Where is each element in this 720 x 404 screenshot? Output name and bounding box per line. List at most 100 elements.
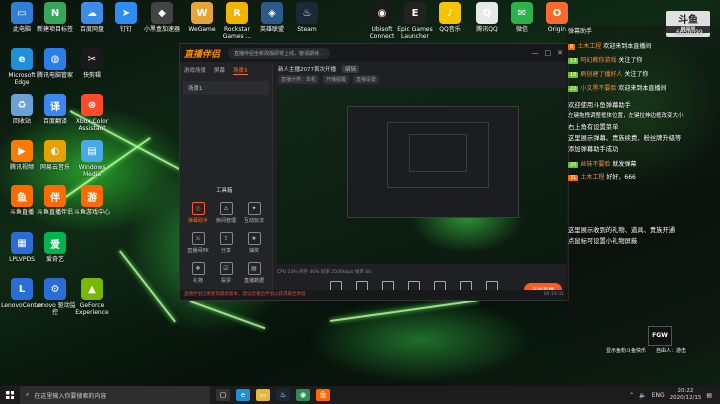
- language-indicator[interactable]: ENG: [652, 392, 665, 399]
- desktop-icon-label: 快剪辑: [82, 72, 101, 79]
- taskbar-clock[interactable]: 20:22 2020/12/15: [670, 388, 702, 402]
- tool-icon: ☑: [219, 262, 233, 275]
- tray-overflow-icon[interactable]: ⌃: [629, 392, 634, 399]
- tool-icon: ✦: [247, 202, 261, 215]
- username[interactable]: 土木工程: [580, 174, 604, 181]
- desktop-icon[interactable]: 爱爱奇艺: [33, 232, 77, 276]
- windows-logo-icon: [6, 391, 14, 399]
- desktop-icon-label: 斗鱼游戏中心: [73, 209, 110, 216]
- tool-label: 互动玩法: [243, 218, 264, 224]
- toolbox-item[interactable]: ⌂ 房间管理: [212, 202, 240, 224]
- scene-item[interactable]: 场景1: [183, 81, 269, 95]
- app-icon: L: [11, 278, 33, 300]
- app-icon: ▲: [81, 278, 103, 300]
- search-placeholder: 在这里输入你要搜索的内容: [34, 392, 107, 400]
- app-icon: 伴: [44, 185, 66, 207]
- toolbox-item[interactable]: ▤ 直播数据: [240, 262, 268, 284]
- toolbox-item[interactable]: ⚔ 直播间PK: [184, 232, 212, 254]
- toolbox-item[interactable]: ❖ 礼物: [184, 262, 212, 284]
- edit-room-button[interactable]: 编辑: [342, 65, 360, 73]
- room-category[interactable]: 直播分类：单机: [278, 75, 320, 84]
- danmaku-line: 18 刷创建了播好人 关注了你: [568, 69, 648, 78]
- username[interactable]: 丝袜不要脸: [580, 161, 610, 168]
- close-icon[interactable]: ✕: [557, 49, 563, 57]
- toolbox-item[interactable]: ★ 抽奖: [240, 232, 268, 254]
- avatar-caption-2: 自由人：游击: [656, 348, 687, 354]
- live-reminder-button[interactable]: 开播提醒: [323, 75, 350, 84]
- gift-info-line: 这里展示收到的礼物、道具、贵族开通: [568, 227, 676, 234]
- tool-label: 投票: [220, 278, 231, 284]
- toolbox-item[interactable]: ⇪ 分享: [212, 232, 240, 254]
- username[interactable]: 刷创建了播好人: [580, 71, 622, 78]
- desktop-icon[interactable]: ✂ 快剪辑: [70, 48, 114, 92]
- taskbar-app-icon[interactable]: ▭: [256, 389, 270, 401]
- start-button[interactable]: [0, 386, 20, 404]
- app-icon: ◈: [261, 2, 283, 24]
- taskbar-app-icon[interactable]: ♨: [276, 389, 290, 401]
- app-icon: ☁: [81, 2, 103, 24]
- tool-icon: ⌂: [219, 202, 233, 215]
- app-icon: ♻: [11, 94, 33, 116]
- desktop-icon[interactable]: ◆ 小黑盒加速器: [140, 2, 184, 46]
- taskbar-app-icon[interactable]: ▢: [216, 389, 230, 401]
- taskbar-app-icon[interactable]: ◉: [296, 389, 310, 401]
- tool-icon: ★: [247, 232, 261, 245]
- tool-label: 分享: [220, 248, 231, 254]
- taskbar-app-icon[interactable]: e: [236, 389, 250, 401]
- update-warning: 直播伴侣已更新到最新版本，建议您重启伴侣以获得最佳体验: [184, 292, 306, 297]
- danmaku-line: 31 土木工程 好好，666: [568, 172, 636, 181]
- taskbar-app-icon[interactable]: 鱼: [316, 389, 330, 401]
- taskbar: ⌕ 在这里输入你要搜索的内容 ▢ e ▭ ♨ ◉ 鱼 ⌃ 🔈 ENG 20:22 2020…: [0, 386, 720, 404]
- app-icon: ➤: [115, 2, 137, 24]
- app-icon: ◆: [151, 2, 173, 24]
- danmaku-line: 20 丝袜不要脸 就发弹幕: [568, 159, 636, 168]
- username[interactable]: 小文黑不要脸: [580, 85, 616, 92]
- danmaku-text: 关注了你: [624, 71, 649, 78]
- toolbox-title: 工具箱: [216, 188, 233, 194]
- app-icon: ◍: [44, 48, 66, 70]
- danmaku-text: 好好，666: [606, 174, 636, 181]
- toolbox-item[interactable]: ☑ 投票: [212, 262, 240, 284]
- username[interactable]: 土木工程: [577, 43, 601, 50]
- desktop-icon-label: Steam: [297, 26, 317, 33]
- danmaku-line: 6 土木工程 欢迎来到本直播间: [568, 41, 651, 50]
- desktop-icon[interactable]: ⊗ Xbox Color Assistant: [70, 94, 114, 138]
- minimize-icon[interactable]: —: [532, 49, 539, 57]
- app-icon: ✉: [511, 2, 533, 24]
- tab-game-scene[interactable]: 游戏场景: [184, 66, 206, 75]
- clock-time: 20:22: [677, 388, 694, 394]
- tab-screen[interactable]: 屏幕: [214, 66, 225, 75]
- preview-nested-window: [409, 134, 467, 172]
- desktop-icon[interactable]: ▲ GeForce Experience: [70, 278, 114, 322]
- toolbox-item[interactable]: ◎ 弹幕助手: [184, 202, 212, 224]
- danmaku-text: 欢迎来到本直播间: [603, 43, 652, 50]
- desktop-icon[interactable]: 游斗鱼游戏中心: [70, 185, 114, 229]
- app-icon: ▭: [11, 2, 33, 24]
- live-settings-button[interactable]: 直播设置: [353, 75, 380, 84]
- desktop-icon[interactable]: ▤ Windows Media: [70, 140, 114, 184]
- app-titlebar[interactable]: 直播伴侣 直播伴侣全新改版即将上线，敬请期待... — □ ✕: [180, 44, 568, 62]
- taskbar-search[interactable]: ⌕ 在这里输入你要搜索的内容: [20, 386, 210, 404]
- danmaku-text: 关注了你: [618, 57, 643, 64]
- tool-label: 直播间PK: [187, 248, 209, 254]
- desktop-icon-label: 爱奇艺: [45, 256, 64, 263]
- live-duration: 00:19:31: [543, 292, 564, 297]
- desktop-icon[interactable]: ♨ Steam: [285, 2, 329, 46]
- danmaku-text: 欢迎来到本直播间: [618, 85, 667, 92]
- status-line: CPU 23% 内存 46% 码率 2500kbps 帧率 60: [277, 270, 372, 275]
- username[interactable]: 阿幻教你游戏: [580, 57, 616, 64]
- tab-scene-3[interactable]: 场景3: [233, 66, 248, 75]
- danmaku-line: 22 小文黑不要脸 欢迎来到本直播间: [568, 83, 666, 92]
- app-icon: 爱: [44, 232, 66, 254]
- app-icon: Q: [476, 2, 498, 24]
- app-icon: ♪: [439, 2, 461, 24]
- notification-icon[interactable]: ▤: [706, 392, 712, 399]
- maximize-icon[interactable]: □: [545, 49, 552, 57]
- tool-icon: ⇪: [219, 232, 233, 245]
- live-preview[interactable]: [277, 88, 567, 264]
- danmaku-line: 13 阿幻教你游戏 关注了你: [568, 55, 642, 64]
- toolbox-item[interactable]: ✦ 互动玩法: [240, 202, 268, 224]
- speaker-icon[interactable]: 🔈: [639, 392, 646, 399]
- app-icon: 游: [81, 185, 103, 207]
- tool-label: 抽奖: [248, 248, 259, 254]
